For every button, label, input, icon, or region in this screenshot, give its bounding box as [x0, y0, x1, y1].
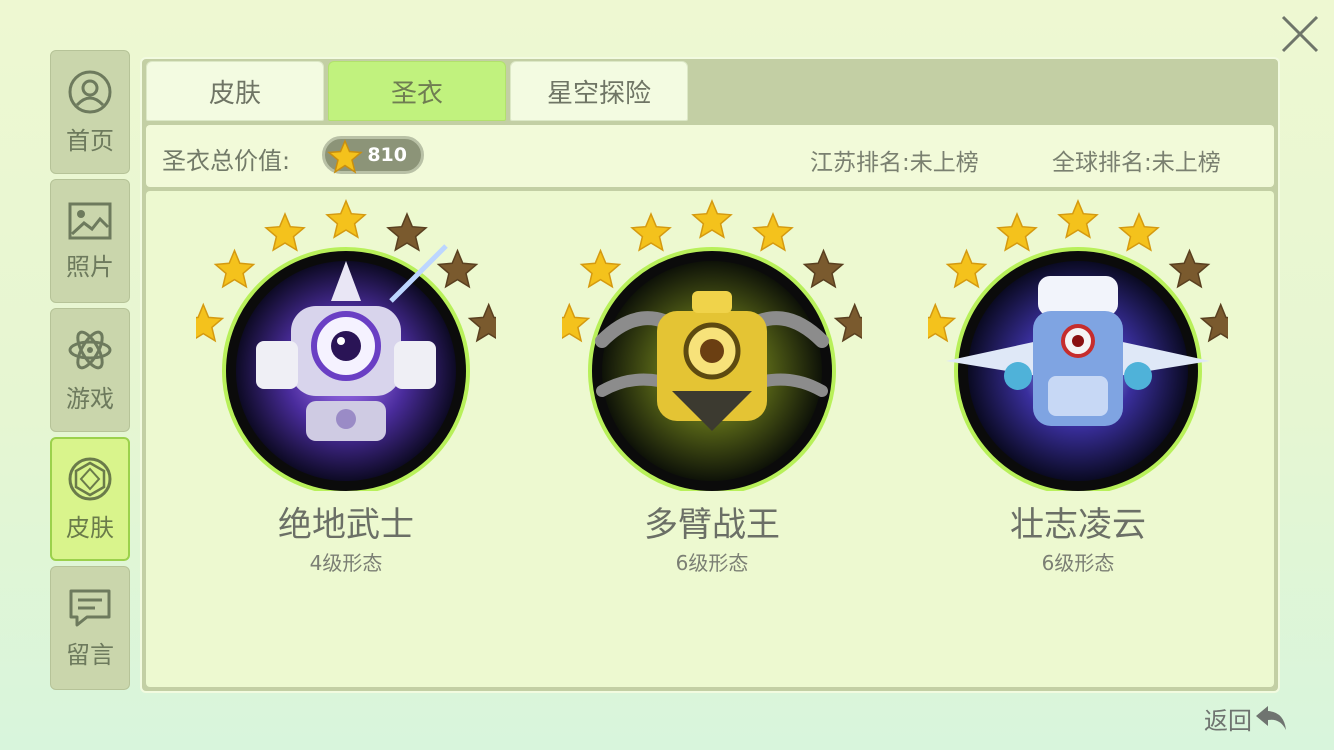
jiangsu-rank: 江苏排名:未上榜 — [810, 150, 979, 176]
photo-icon — [68, 202, 112, 239]
close-button[interactable] — [1278, 12, 1322, 56]
tab-bar: 皮肤 圣衣 星空探险 — [146, 61, 688, 121]
tab-holy-armor[interactable]: 圣衣 — [328, 61, 506, 121]
sidebar-item-label: 照片 — [66, 252, 114, 281]
total-value-label: 圣衣总价值: — [162, 147, 291, 175]
suit-list: 绝地武士 4级形态 多臂战王 6级形态 壮志凌云 6级形态 — [146, 191, 1274, 687]
star-filled-icon — [562, 302, 591, 343]
suit-level: 4级形态 — [309, 551, 383, 575]
suit-card[interactable]: 壮志凌云 6级形态 — [928, 191, 1228, 611]
back-arrow-icon — [1256, 706, 1286, 730]
star-empty-icon — [467, 302, 496, 343]
star-empty-icon — [1168, 248, 1211, 289]
star-empty-icon — [386, 212, 428, 252]
star-filled-icon — [928, 302, 957, 343]
sidebar-item-label: 首页 — [66, 126, 114, 155]
sidebar-item-photos[interactable]: 照片 — [50, 179, 130, 303]
suit-card[interactable]: 多臂战王 6级形态 — [562, 191, 862, 611]
suit-level: 6级形态 — [675, 551, 749, 575]
sidebar: 首页 照片 游戏 皮肤 留言 — [50, 50, 132, 695]
suit-level: 6级形态 — [1041, 551, 1115, 575]
tab-star-adventure[interactable]: 星空探险 — [510, 61, 688, 121]
star-empty-icon — [802, 248, 845, 289]
star-icon — [327, 139, 363, 174]
star-filled-icon — [579, 248, 622, 289]
back-label: 返回 — [1204, 706, 1252, 735]
star-filled-icon — [630, 212, 672, 252]
star-filled-icon — [752, 212, 794, 252]
sidebar-item-home[interactable]: 首页 — [50, 50, 130, 174]
suit-avatar — [928, 199, 1228, 491]
suit-card[interactable]: 绝地武士 4级形态 — [196, 191, 496, 611]
message-icon — [69, 589, 111, 626]
info-bar: 圣衣总价值: 810 江苏排名:未上榜 全球排名:未上榜 — [146, 125, 1274, 187]
star-empty-icon — [1199, 302, 1228, 343]
star-filled-icon — [1057, 199, 1099, 239]
sidebar-item-label: 留言 — [66, 640, 114, 669]
suit-avatar — [562, 199, 862, 491]
tab-skins[interactable]: 皮肤 — [146, 61, 324, 121]
total-value: 810 — [367, 144, 407, 166]
suit-name: 绝地武士 — [278, 505, 414, 545]
star-filled-icon — [264, 212, 306, 252]
star-filled-icon — [1118, 212, 1160, 252]
star-filled-icon — [691, 199, 733, 239]
star-filled-icon — [213, 248, 256, 289]
user-icon — [68, 70, 112, 113]
atom-icon — [68, 330, 112, 369]
sidebar-item-messages[interactable]: 留言 — [50, 566, 130, 690]
main-panel: 皮肤 圣衣 星空探险 圣衣总价值: 810 江苏排名:未上榜 全球排名:未上榜 — [140, 57, 1280, 693]
star-filled-icon — [996, 212, 1038, 252]
gem-icon — [68, 457, 112, 500]
suit-name: 多臂战王 — [644, 505, 780, 545]
back-button[interactable]: 返回 — [1204, 700, 1292, 736]
total-value-badge: 810 — [322, 136, 424, 174]
sidebar-item-games[interactable]: 游戏 — [50, 308, 130, 432]
sidebar-item-label: 游戏 — [66, 384, 114, 413]
star-filled-icon — [945, 248, 988, 289]
suit-name: 壮志凌云 — [1010, 505, 1146, 545]
suit-avatar — [196, 199, 496, 491]
star-empty-icon — [833, 302, 862, 343]
star-empty-icon — [436, 248, 479, 289]
global-rank: 全球排名:未上榜 — [1052, 150, 1221, 176]
sidebar-item-skins[interactable]: 皮肤 — [50, 437, 130, 561]
star-filled-icon — [196, 302, 225, 343]
sidebar-item-label: 皮肤 — [66, 513, 114, 542]
close-icon — [1281, 15, 1319, 53]
star-filled-icon — [325, 199, 367, 239]
